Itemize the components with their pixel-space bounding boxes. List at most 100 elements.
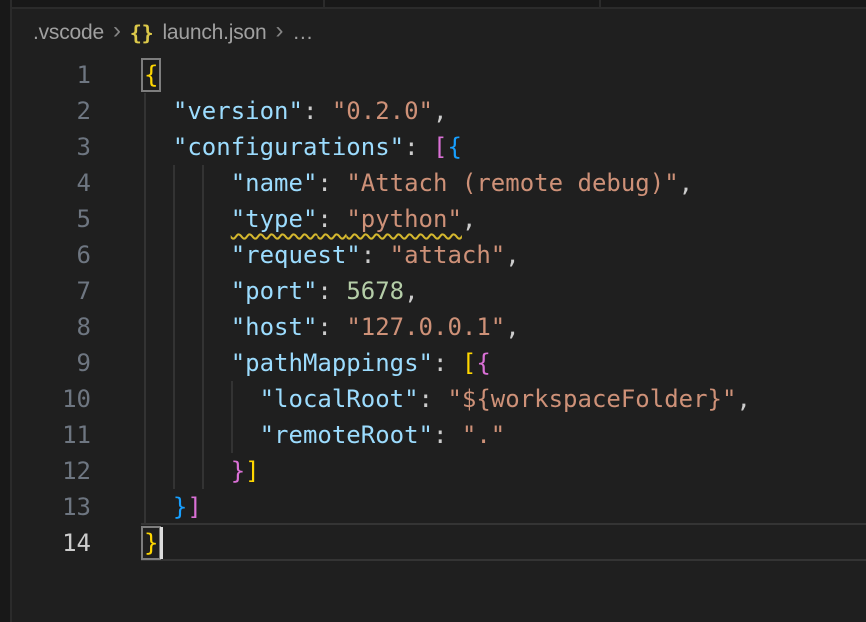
code-line[interactable]: 6 "request": "attach", — [0, 237, 866, 273]
line-number[interactable]: 3 — [0, 129, 144, 165]
chevron-right-icon: › — [113, 21, 121, 41]
token: , — [679, 169, 693, 197]
code-line-text[interactable]: "type": "python", — [144, 201, 476, 237]
token: [ — [433, 133, 447, 161]
line-number[interactable]: 13 — [0, 489, 144, 525]
token: ] — [245, 457, 259, 485]
code-line-text[interactable]: }] — [144, 489, 202, 525]
token: "pathMappings" — [231, 349, 433, 377]
token — [144, 133, 173, 161]
code-line[interactable]: 10 "localRoot": "${workspaceFolder}", — [0, 381, 866, 417]
code-line[interactable]: 8 "host": "127.0.0.1", — [0, 309, 866, 345]
text-cursor — [160, 527, 163, 559]
token: , — [505, 313, 519, 341]
token: : — [433, 421, 462, 449]
warning-squiggle: "type" — [231, 205, 318, 233]
line-number[interactable]: 10 — [0, 381, 144, 417]
tab-separator — [323, 0, 325, 7]
code-line-text[interactable]: { — [144, 57, 158, 93]
line-number[interactable]: 6 — [0, 237, 144, 273]
token — [144, 349, 231, 377]
warning-squiggle: : — [317, 205, 346, 233]
line-number[interactable]: 14 — [0, 525, 144, 561]
token: : — [361, 241, 390, 269]
token: "version" — [173, 97, 303, 125]
token: : — [317, 169, 346, 197]
token: [ — [462, 349, 476, 377]
token: { — [476, 349, 490, 377]
line-number[interactable]: 9 — [0, 345, 144, 381]
line-number[interactable]: 12 — [0, 453, 144, 489]
code-editor[interactable]: 1{2 "version": "0.2.0",3 "configurations… — [0, 57, 866, 561]
token: "request" — [231, 241, 361, 269]
token: "localRoot" — [260, 385, 419, 413]
code-line-text[interactable]: "pathMappings": [{ — [144, 345, 491, 381]
code-line-text[interactable]: } — [144, 525, 158, 561]
token: "attach" — [390, 241, 506, 269]
token: "0.2.0" — [332, 97, 433, 125]
line-number[interactable]: 5 — [0, 201, 144, 237]
token: 5678 — [346, 277, 404, 305]
token — [144, 97, 173, 125]
token — [144, 313, 231, 341]
code-line[interactable]: 4 "name": "Attach (remote debug)", — [0, 165, 866, 201]
token: "127.0.0.1" — [346, 313, 505, 341]
token: : — [433, 349, 462, 377]
token: "remoteRoot" — [260, 421, 433, 449]
code-line[interactable]: 3 "configurations": [{ — [0, 129, 866, 165]
token: : — [404, 133, 433, 161]
code-line-text[interactable]: "version": "0.2.0", — [144, 93, 447, 129]
code-line[interactable]: 14} — [0, 525, 866, 561]
line-number[interactable]: 11 — [0, 417, 144, 453]
code-line-text[interactable]: "name": "Attach (remote debug)", — [144, 165, 693, 201]
token — [144, 205, 231, 233]
code-line-text[interactable]: "host": "127.0.0.1", — [144, 309, 520, 345]
code-line-text[interactable]: "request": "attach", — [144, 237, 520, 273]
token — [144, 169, 231, 197]
code-line-text[interactable]: "port": 5678, — [144, 273, 419, 309]
matched-bracket: { — [144, 61, 158, 89]
code-lines: 1{2 "version": "0.2.0",3 "configurations… — [0, 57, 866, 561]
token: } — [231, 457, 245, 485]
editor-window: .vscode›{}launch.json›… 1{2 "version": "… — [0, 0, 866, 622]
token — [144, 241, 231, 269]
token — [144, 493, 173, 521]
line-number[interactable]: 4 — [0, 165, 144, 201]
breadcrumb-item-launch-json[interactable]: launch.json — [162, 21, 266, 45]
code-line[interactable]: 7 "port": 5678, — [0, 273, 866, 309]
code-line[interactable]: 5 "type": "python", — [0, 201, 866, 237]
line-number[interactable]: 8 — [0, 309, 144, 345]
token: "configurations" — [173, 133, 404, 161]
warning-squiggle: "python" — [346, 205, 462, 233]
token — [144, 457, 231, 485]
chevron-right-icon: › — [276, 21, 284, 41]
token: , — [462, 205, 476, 233]
line-number[interactable]: 1 — [0, 57, 144, 93]
line-number[interactable]: 7 — [0, 273, 144, 309]
tab-bar-bottom — [12, 0, 866, 9]
token: : — [419, 385, 448, 413]
token: , — [404, 277, 418, 305]
token: : — [303, 97, 332, 125]
token: , — [736, 385, 750, 413]
token: "port" — [231, 277, 318, 305]
breadcrumb-item-vscode[interactable]: .vscode — [33, 21, 104, 45]
tab-separator — [599, 0, 601, 7]
code-line[interactable]: 12 }] — [0, 453, 866, 489]
code-line[interactable]: 13 }] — [0, 489, 866, 525]
window-left-edge — [0, 0, 12, 622]
token — [144, 277, 231, 305]
code-line-text[interactable]: "remoteRoot": "." — [144, 417, 505, 453]
code-line-text[interactable]: "configurations": [{ — [144, 129, 462, 165]
code-line[interactable]: 11 "remoteRoot": "." — [0, 417, 866, 453]
code-line[interactable]: 2 "version": "0.2.0", — [0, 93, 866, 129]
token: "Attach (remote debug)" — [346, 169, 678, 197]
code-line[interactable]: 1{ — [0, 57, 866, 93]
code-line-text[interactable]: "localRoot": "${workspaceFolder}", — [144, 381, 751, 417]
token: ] — [187, 493, 201, 521]
code-line[interactable]: 9 "pathMappings": [{ — [0, 345, 866, 381]
line-number[interactable]: 2 — [0, 93, 144, 129]
token: "${workspaceFolder}" — [447, 385, 736, 413]
code-line-text[interactable]: }] — [144, 453, 260, 489]
breadcrumb-item-ellipsis[interactable]: … — [292, 21, 313, 45]
